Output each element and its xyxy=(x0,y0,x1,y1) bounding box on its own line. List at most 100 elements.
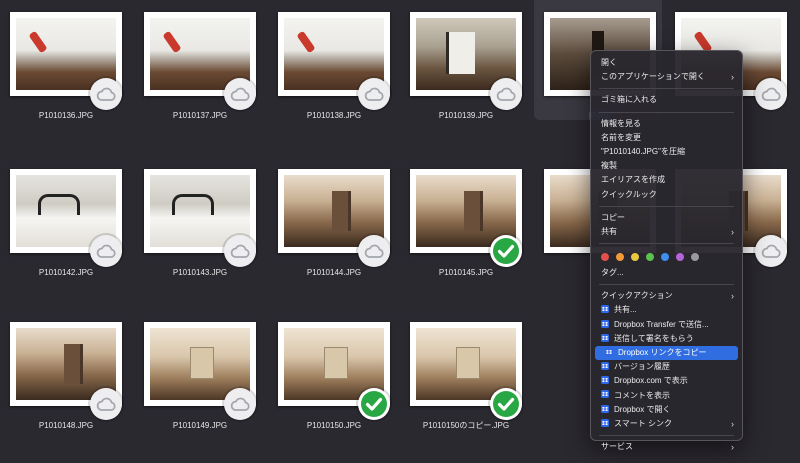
dropbox-icon xyxy=(601,305,614,314)
file-name: P1010142.JPG xyxy=(0,267,132,278)
chevron-right-icon: › xyxy=(731,442,734,453)
file-name-text: P1010144.JPG xyxy=(306,268,362,277)
menu-item-label: サービス xyxy=(601,442,633,452)
chevron-right-icon: › xyxy=(731,226,734,237)
menu-item-open[interactable]: 開く xyxy=(591,56,742,70)
cloud-icon xyxy=(224,235,256,267)
tag-color-dot[interactable] xyxy=(631,253,639,262)
file-name-text: P1010138.JPG xyxy=(306,111,362,120)
check-icon xyxy=(490,235,522,267)
menu-item-dropbox-action[interactable]: Dropbox リンクをコピー xyxy=(595,346,738,361)
tag-color-row xyxy=(591,248,742,266)
file-item[interactable]: P1010144.JPG xyxy=(268,157,400,307)
cloud-icon xyxy=(90,235,122,267)
cloud-icon xyxy=(90,78,122,110)
file-name: P1010144.JPG xyxy=(268,267,400,278)
file-item[interactable]: P1010145.JPG xyxy=(400,157,532,307)
menu-item-dropbox-action[interactable]: Dropbox Transfer で送信... xyxy=(591,318,742,332)
menu-item-label: このアプリケーションで開く xyxy=(601,72,705,82)
file-name: P1010145.JPG xyxy=(400,267,532,278)
file-item[interactable]: P1010148.JPG xyxy=(0,310,132,460)
menu-item-duplicate[interactable]: 複製 xyxy=(591,159,742,173)
tag-color-dot[interactable] xyxy=(646,253,654,262)
menu-item-services[interactable]: サービス › xyxy=(591,440,742,454)
chevron-right-icon: › xyxy=(731,72,734,83)
file-name-text: P1010148.JPG xyxy=(38,421,94,430)
menu-item-label: Dropbox.com で表示 xyxy=(614,376,688,386)
menu-item-dropbox-action[interactable]: Dropbox で開く xyxy=(591,403,742,417)
dropbox-icon xyxy=(601,404,614,414)
file-item[interactable]: P1010150のコピー.JPG xyxy=(400,310,532,460)
menu-item-label: 共有... xyxy=(614,305,637,315)
menu-item-label: スマート シンク xyxy=(614,418,672,428)
menu-item-open-with[interactable]: このアプリケーションで開く › xyxy=(591,70,742,84)
menu-item-dropbox-action[interactable]: バージョン履歴 xyxy=(591,360,742,374)
file-item[interactable]: P1010137.JPG xyxy=(134,0,266,150)
dropbox-icon xyxy=(601,418,614,428)
tag-color-dot[interactable] xyxy=(676,253,684,262)
menu-separator xyxy=(599,243,734,245)
tag-color-dot[interactable] xyxy=(616,253,624,262)
menu-item-make-alias[interactable]: エイリアスを作成 xyxy=(591,173,742,187)
dropbox-icon xyxy=(601,376,614,385)
menu-item-label: クイックアクション xyxy=(601,291,673,301)
cloud-icon xyxy=(224,388,256,420)
file-name: P1010136.JPG xyxy=(0,110,132,121)
dropbox-actions: 共有... Dropbox Transfer で送信... 送信して署名をもらう Dr… xyxy=(591,303,742,431)
file-name: P1010150.JPG xyxy=(268,420,400,431)
menu-item-dropbox-action[interactable]: 共有... xyxy=(591,303,742,317)
menu-separator xyxy=(599,88,734,90)
menu-item-dropbox-action[interactable]: コメントを表示 xyxy=(591,389,742,403)
dropbox-icon xyxy=(601,362,614,371)
menu-item-label: Dropbox Transfer で送信... xyxy=(614,319,709,329)
menu-separator xyxy=(599,205,734,207)
dropbox-icon xyxy=(601,390,614,400)
menu-separator xyxy=(599,284,734,286)
menu-item-copy[interactable]: コピー xyxy=(591,211,742,225)
menu-item-dropbox-action[interactable]: 送信して署名をもらう xyxy=(591,332,742,346)
file-item[interactable]: P1010143.JPG xyxy=(134,157,266,307)
file-name: P1010138.JPG xyxy=(268,110,400,121)
menu-item-tags[interactable]: タグ... xyxy=(591,266,742,280)
file-item[interactable]: P1010139.JPG xyxy=(400,0,532,150)
check-icon xyxy=(358,388,390,420)
chevron-right-icon: › xyxy=(731,291,734,302)
menu-item-move-to-trash[interactable]: ゴミ箱に入れる xyxy=(591,93,742,107)
menu-item-compress[interactable]: "P1010140.JPG"を圧縮 xyxy=(591,145,742,159)
menu-separator xyxy=(599,111,734,113)
file-item[interactable]: P1010150.JPG xyxy=(268,310,400,460)
menu-item-dropbox-action[interactable]: Dropbox.com で表示 xyxy=(591,374,742,388)
cloud-icon xyxy=(224,78,256,110)
menu-item-get-info[interactable]: 情報を見る xyxy=(591,117,742,131)
file-item[interactable]: P1010149.JPG xyxy=(134,310,266,460)
tag-color-dot[interactable] xyxy=(661,253,669,262)
menu-item-label: Dropbox で開く xyxy=(614,404,671,414)
file-item[interactable]: P1010142.JPG xyxy=(0,157,132,307)
file-name-text: P1010150.JPG xyxy=(306,421,362,430)
cloud-icon xyxy=(358,78,390,110)
tag-color-dot[interactable] xyxy=(691,253,699,262)
menu-item-label: コメントを表示 xyxy=(614,390,670,400)
menu-item-label: Dropbox リンクをコピー xyxy=(618,348,707,357)
cloud-icon xyxy=(90,388,122,420)
cloud-icon xyxy=(755,78,787,110)
file-name: P1010149.JPG xyxy=(134,420,266,431)
file-name-text: P1010139.JPG xyxy=(438,111,494,120)
tag-color-dot[interactable] xyxy=(601,253,609,262)
menu-item-dropbox-action[interactable]: スマート シンク › xyxy=(591,417,742,431)
cloud-icon xyxy=(358,235,390,267)
menu-item-quick-look[interactable]: クイックルック xyxy=(591,188,742,202)
menu-item-share[interactable]: 共有 › xyxy=(591,225,742,239)
file-item[interactable]: P1010138.JPG xyxy=(268,0,400,150)
menu-item-label: 送信して署名をもらう xyxy=(614,333,694,343)
dropbox-icon xyxy=(601,333,614,343)
menu-item-quick-actions[interactable]: クイックアクション › xyxy=(591,289,742,303)
file-name-text: P1010143.JPG xyxy=(172,268,228,277)
menu-item-label: 共有 xyxy=(601,226,617,236)
file-name-text: P1010145.JPG xyxy=(438,268,494,277)
cloud-icon xyxy=(755,235,787,267)
menu-item-label: バージョン履歴 xyxy=(614,362,670,372)
menu-item-rename[interactable]: 名前を変更 xyxy=(591,131,742,145)
file-item[interactable]: P1010136.JPG xyxy=(0,0,132,150)
file-name-text: P1010137.JPG xyxy=(172,111,228,120)
